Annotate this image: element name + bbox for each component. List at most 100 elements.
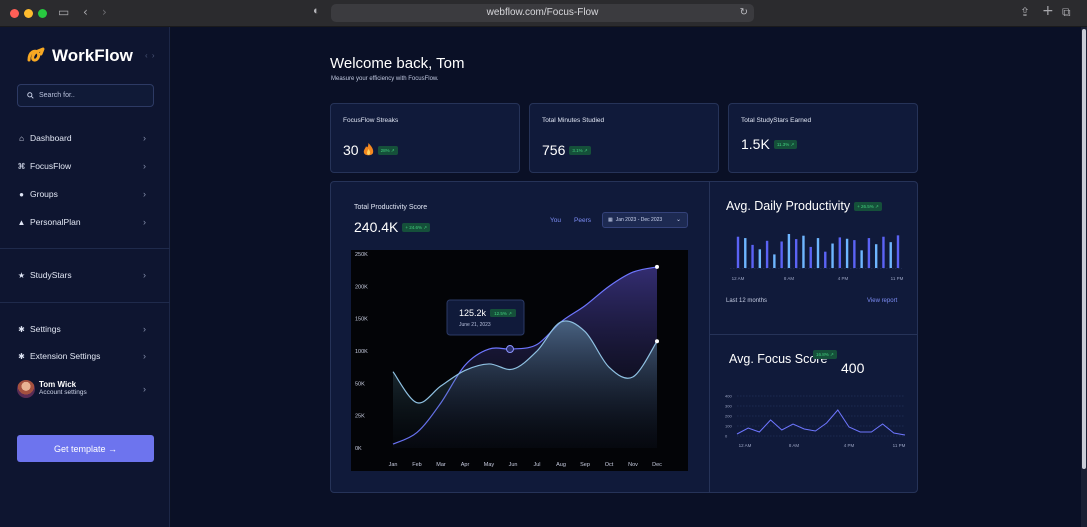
daily-productivity-title: Avg. Daily Productivity xyxy=(726,199,851,213)
sidebar: WorkFlow ‹ › Search for.. ⌂ Dashboard › … xyxy=(0,27,170,527)
sidebar-item-studystars[interactable]: ★ StudyStars › xyxy=(17,268,151,282)
daily-x-tick-label: 8 AM xyxy=(784,276,795,281)
focus-score-chart: 400 300 200 100 0 12 AM 8 AM 4 PM 11 PM xyxy=(725,394,906,449)
toggle-peers[interactable]: Peers xyxy=(574,217,591,224)
daily-bar xyxy=(758,249,762,268)
x-axis-tick-label: Jun xyxy=(509,462,518,468)
stat-badge: 28% ↗ xyxy=(377,145,398,155)
sidebar-item-focusflow[interactable]: ⌘ FocusFlow › xyxy=(17,159,151,173)
sidebar-item-label: FocusFlow xyxy=(30,161,72,171)
sidebar-toggle-icon[interactable]: ▭ xyxy=(58,5,69,19)
sidebar-item-personalplan[interactable]: ▲ PersonalPlan › xyxy=(17,215,151,229)
stat-card-studystars: Total StudyStars Earned 1.5K 11.3% ↗ xyxy=(728,103,918,173)
y-axis-tick-label: 250K xyxy=(355,252,368,258)
daily-bar xyxy=(765,240,769,268)
daily-bar xyxy=(787,234,791,268)
daily-bar xyxy=(853,240,856,268)
share-icon[interactable]: ⇪ xyxy=(1020,5,1030,19)
daily-bar xyxy=(751,244,754,268)
new-tab-icon[interactable]: + xyxy=(1042,3,1054,19)
gear-icon: ✱ xyxy=(18,324,25,334)
y-axis-tick-label: 25K xyxy=(355,414,365,420)
daily-bar xyxy=(736,236,740,268)
sidebar-item-dashboard[interactable]: ⌂ Dashboard › xyxy=(17,131,151,145)
brand-logo[interactable]: WorkFlow xyxy=(26,46,133,66)
daily-productivity-chart: 12 AM 8 AM 4 PM 11 PM xyxy=(730,234,904,281)
plan-icon: ▲ xyxy=(17,217,26,227)
search-input[interactable]: Search for.. xyxy=(17,84,154,107)
stat-card-minutes: Total Minutes Studied 756 3.1% ↗ xyxy=(529,103,719,173)
stat-value: 30 28% ↗ xyxy=(343,142,398,158)
account-menu[interactable]: Tom Wick Account settings › xyxy=(17,379,151,401)
flame-icon xyxy=(363,143,373,156)
sidebar-item-label: Dashboard xyxy=(30,133,72,143)
date-range-select[interactable]: ▦ Jan 2023 - Dec 2023 ⌄ xyxy=(602,212,688,228)
focus-x-tick-label: 4 PM xyxy=(844,443,855,448)
focus-y-tick-label: 400 xyxy=(725,394,732,399)
reload-icon[interactable]: ↻ xyxy=(740,4,748,22)
get-template-button[interactable]: Get template → xyxy=(17,435,154,462)
stat-number: 1.5K xyxy=(741,136,770,152)
focus-y-tick-label: 0 xyxy=(725,434,728,439)
daily-bar xyxy=(874,244,878,268)
daily-bar xyxy=(816,238,820,268)
series-peers-endpoint xyxy=(655,339,659,344)
user-icon: ● xyxy=(19,189,24,199)
daily-x-tick-label: 4 PM xyxy=(838,276,849,281)
x-axis-tick-label: Apr xyxy=(461,462,470,468)
productivity-value: 240.4K xyxy=(354,219,399,235)
sidebar-item-label: Extension Settings xyxy=(30,351,101,361)
focus-y-tick-label: 300 xyxy=(725,404,732,409)
focus-x-tick-label: 8 AM xyxy=(789,443,800,448)
shield-icon[interactable]: ◐ xyxy=(313,5,320,17)
search-icon xyxy=(27,92,34,99)
browser-toolbar: ▭ ‹ › ◐ webflow.com/Focus-Flow ↻ ⇪ + ⧉ xyxy=(0,0,1087,27)
stat-title: FocusFlow Streaks xyxy=(343,117,399,124)
sidebar-item-label: StudyStars xyxy=(30,270,72,280)
date-range-value: Jan 2023 - Dec 2023 xyxy=(615,217,663,223)
daily-productivity-badge: + 26.5% ↗ xyxy=(854,201,882,211)
scrollbar[interactable] xyxy=(1081,27,1087,527)
focus-x-tick-label: 12 AM xyxy=(739,443,752,448)
sidebar-item-extension-settings[interactable]: ✱ Extension Settings › xyxy=(17,349,151,363)
chevron-right-icon: › xyxy=(143,133,146,143)
view-report-link[interactable]: View report xyxy=(867,298,897,304)
x-axis-tick-label: Feb xyxy=(412,462,421,468)
daily-bar xyxy=(744,238,747,268)
daily-bar xyxy=(809,246,812,268)
y-axis-tick-label: 150K xyxy=(355,317,368,323)
daily-productivity-title-row: Avg. Daily Productivity + 26.5% ↗ xyxy=(726,199,882,213)
daily-bar xyxy=(838,237,842,268)
collapse-sidebar-icon[interactable]: ‹ › xyxy=(145,51,156,60)
daily-bar xyxy=(802,235,805,268)
stat-card-streaks: FocusFlow Streaks 30 28% ↗ xyxy=(330,103,520,173)
sidebar-item-groups[interactable]: ● Groups › xyxy=(17,187,151,201)
x-axis-tick-label: May xyxy=(484,462,495,468)
daily-x-tick-label: 11 PM xyxy=(891,276,904,281)
sidebar-item-settings[interactable]: ✱ Settings › xyxy=(17,322,151,336)
address-bar[interactable]: webflow.com/Focus-Flow ↻ xyxy=(331,4,754,22)
productivity-title: Total Productivity Score xyxy=(354,204,428,211)
y-axis-tick-label: 0K xyxy=(355,446,362,452)
toggle-you[interactable]: You xyxy=(550,217,561,224)
tooltip-badge: 12.5% ↗ xyxy=(494,311,512,316)
productivity-value-row: 240.4K + 24.6% ↗ xyxy=(354,219,431,235)
close-window-button[interactable] xyxy=(10,9,19,18)
chevron-right-icon: › xyxy=(143,351,146,361)
back-icon[interactable]: ‹ xyxy=(83,5,88,19)
sidebar-divider xyxy=(0,248,170,249)
x-axis-tick-label: Mar xyxy=(436,462,446,468)
stat-title: Total Minutes Studied xyxy=(542,117,605,124)
stat-value: 1.5K 11.3% ↗ xyxy=(741,136,798,152)
stat-badge: 11.3% ↗ xyxy=(773,139,798,149)
tabs-overview-icon[interactable]: ⧉ xyxy=(1062,5,1071,20)
productivity-badge: + 24.6% ↗ xyxy=(402,222,431,232)
scrollbar-thumb[interactable] xyxy=(1082,29,1086,469)
x-axis-tick-label: Dec xyxy=(652,462,662,468)
productivity-chart-svg: 250K 200K 150K 100K 50K 25K 0K Jan Feb Mar Apr May J… xyxy=(355,252,662,468)
forward-icon[interactable]: › xyxy=(102,5,107,19)
minimize-window-button[interactable] xyxy=(24,9,33,18)
sidebar-item-label: Groups xyxy=(30,189,58,199)
zoom-window-button[interactable] xyxy=(38,9,47,18)
focus-x-tick-label: 11 PM xyxy=(893,443,906,448)
